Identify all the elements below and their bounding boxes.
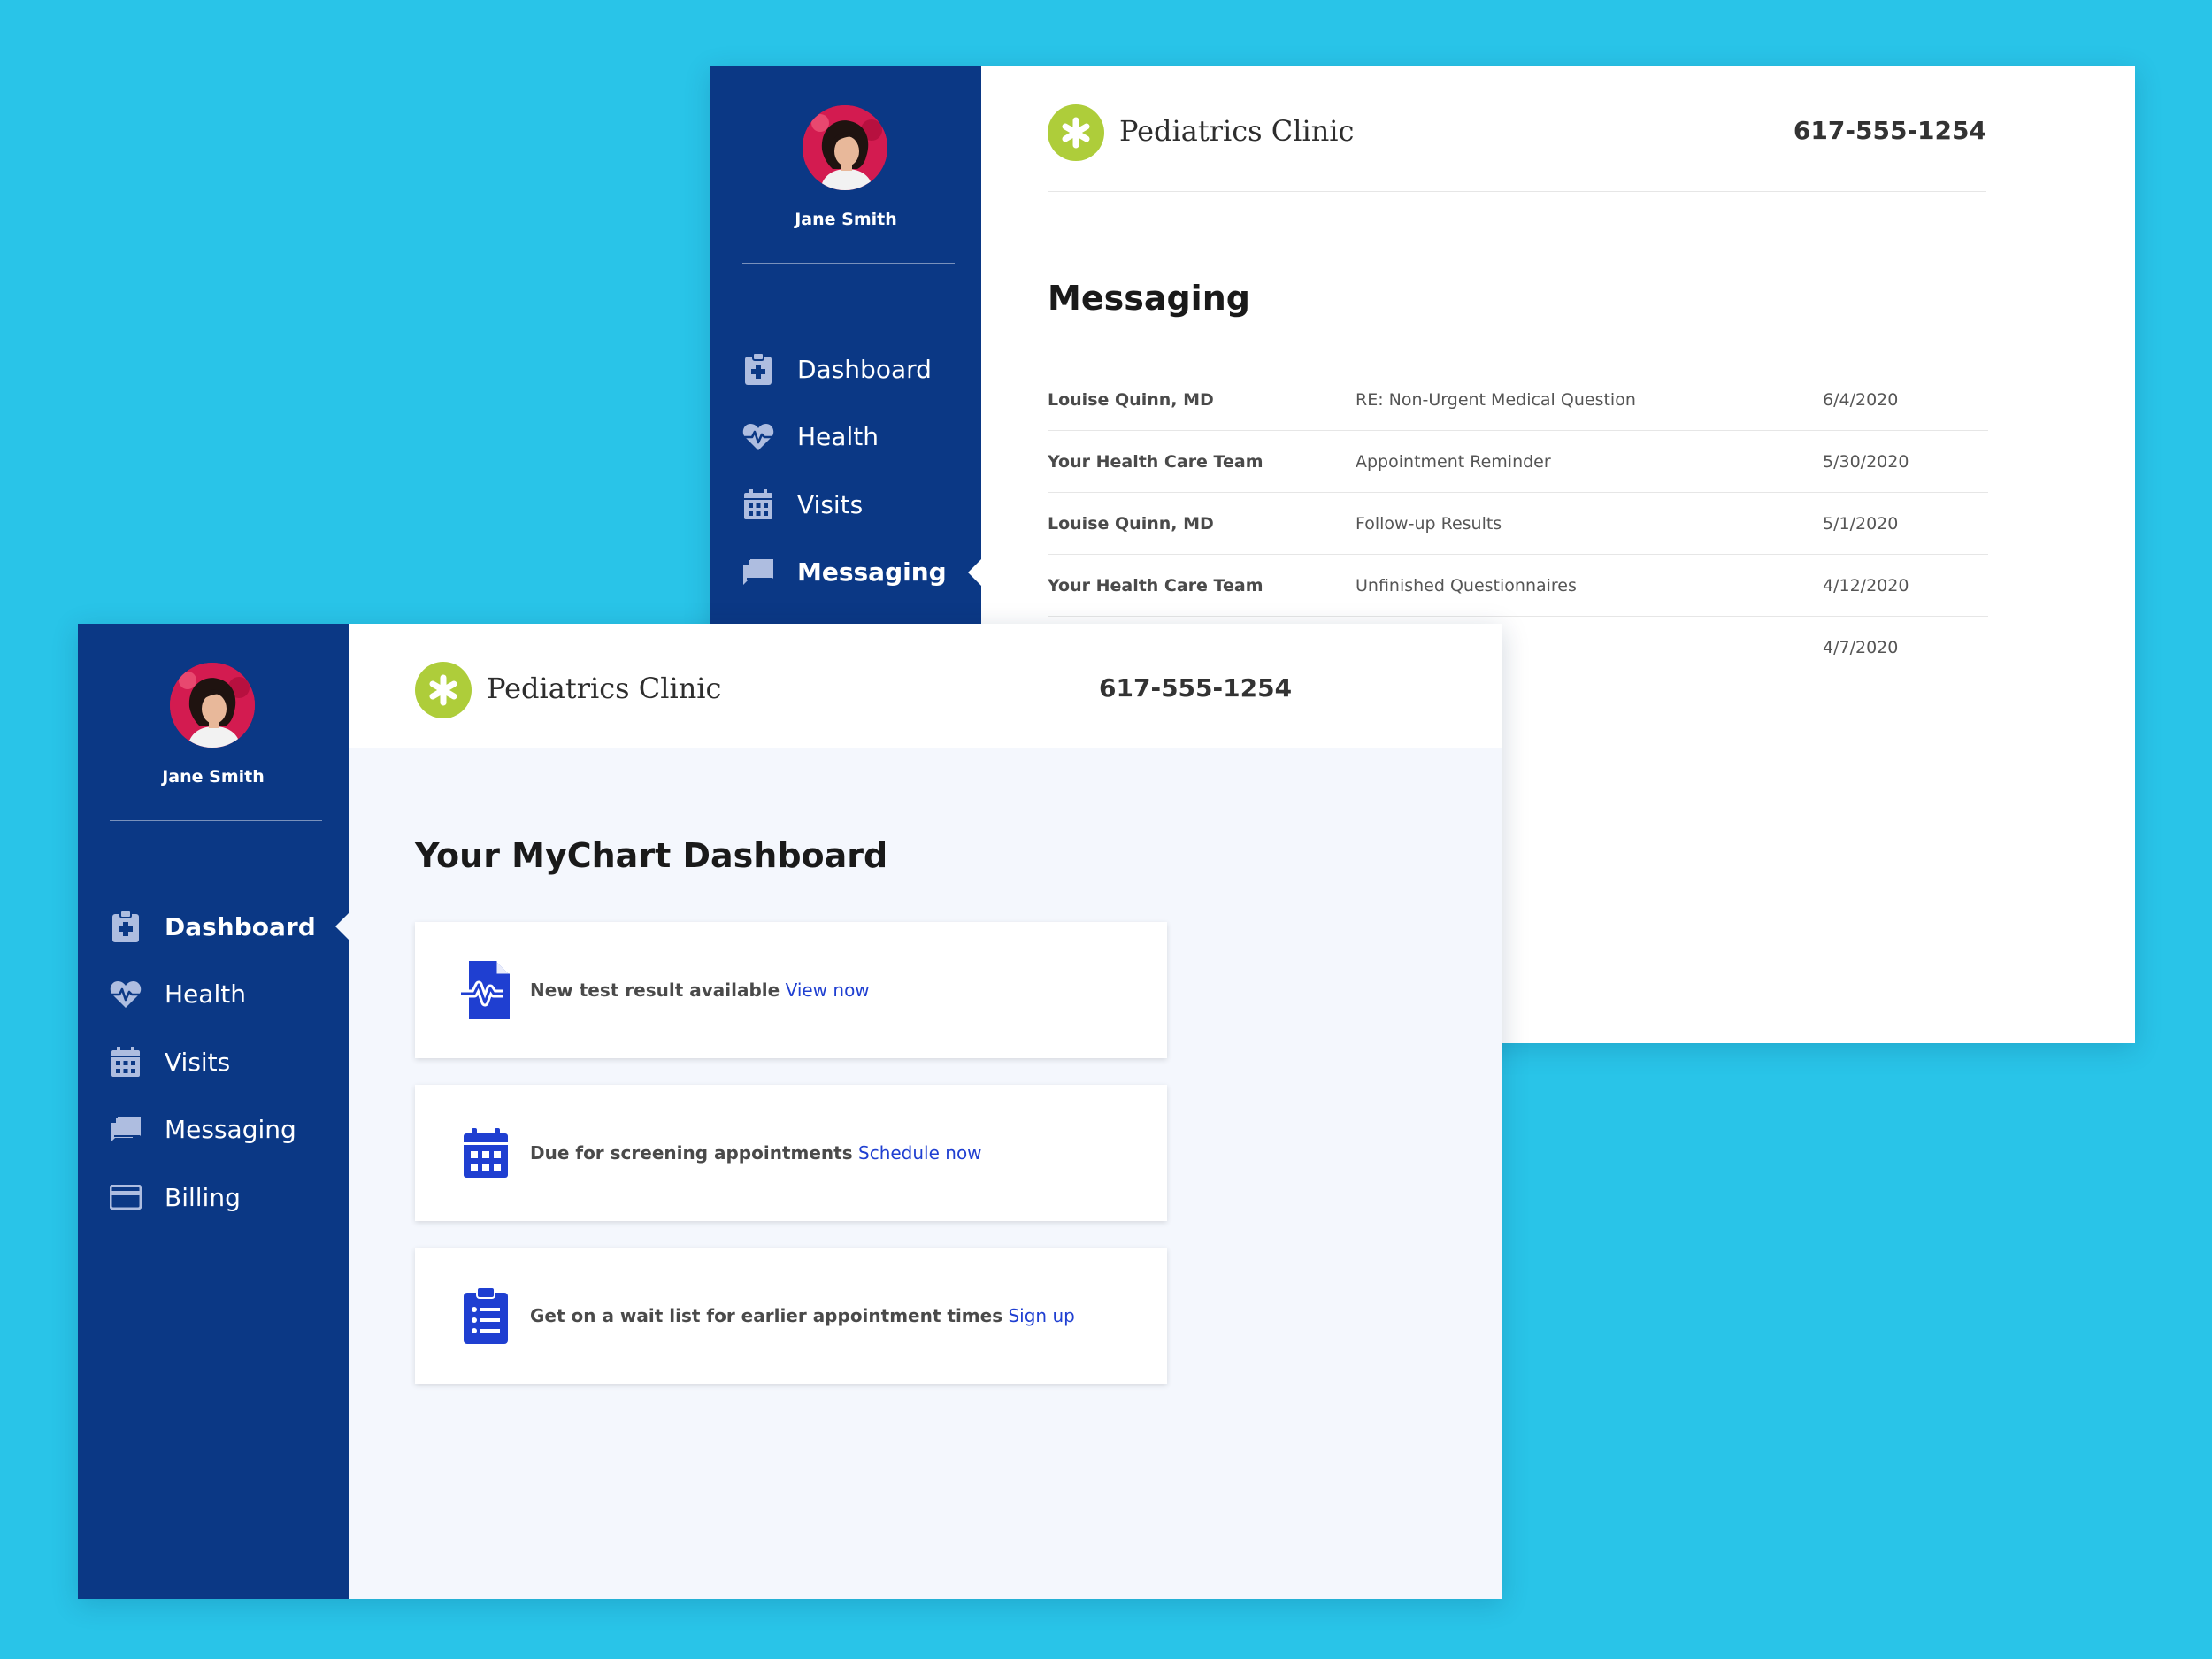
message-date: 4/12/2020 [1823, 576, 1909, 595]
message-sender: Your Health Care Team [1048, 576, 1263, 595]
card-message: New test result available [530, 979, 780, 1001]
clipboard-medical-icon [742, 352, 774, 386]
sidebar-item-messaging[interactable]: Messaging [78, 1096, 349, 1164]
message-sender: Louise Quinn, MD [1048, 514, 1214, 534]
calendar-icon [742, 488, 774, 520]
page-title: Messaging [1048, 279, 1250, 318]
sidebar-item-health[interactable]: Health [710, 403, 981, 472]
calendar-icon [459, 1123, 512, 1183]
sidebar-item-billing[interactable]: Billing [78, 1164, 349, 1232]
message-date: 5/30/2020 [1823, 452, 1909, 472]
message-subject: Follow-up Results [1356, 514, 1502, 534]
heart-pulse-icon [742, 421, 774, 453]
calendar-icon [110, 1046, 142, 1078]
sign-up-link[interactable]: Sign up [1008, 1305, 1074, 1326]
header: Pediatrics Clinic 617-555-1254 [981, 66, 2135, 192]
sidebar: Jane Smith Dashboard Health Visits Messa… [78, 624, 349, 1599]
sidebar-item-label: Health [165, 979, 246, 1010]
test-result-card: New test result available View now [415, 922, 1167, 1058]
message-date: 5/1/2020 [1823, 514, 1899, 534]
sidebar-item-label: Visits [165, 1047, 231, 1077]
test-result-icon [459, 960, 512, 1020]
message-row[interactable]: Your Health Care Team Unfinished Questio… [1048, 555, 1988, 617]
clipboard-medical-icon [110, 910, 142, 943]
sidebar-divider [110, 820, 322, 821]
clinic-name: Pediatrics Clinic [1119, 114, 1355, 148]
sidebar-item-messaging[interactable]: Messaging [710, 539, 982, 607]
dashboard-window: Jane Smith Dashboard Health Visits Messa… [78, 624, 1502, 1599]
sidebar-item-label: Billing [165, 1182, 241, 1212]
wait-list-card: Get on a wait list for earlier appointme… [415, 1248, 1167, 1384]
schedule-now-link[interactable]: Schedule now [858, 1142, 982, 1164]
sidebar-item-label: Dashboard [797, 354, 932, 384]
sidebar-item-visits[interactable]: Visits [78, 1028, 349, 1096]
card-text: New test result available View now [530, 922, 870, 1058]
message-subject: Unfinished Questionnaires [1356, 576, 1577, 595]
message-row[interactable]: Your Health Care Team Appointment Remind… [1048, 431, 1988, 493]
sidebar-divider [742, 263, 955, 264]
header: Pediatrics Clinic 617-555-1254 [349, 624, 1502, 748]
sidebar-item-label: Health [797, 422, 879, 452]
dashboard-cards: New test result available View now Due f… [415, 922, 1167, 1410]
avatar[interactable] [170, 663, 255, 748]
sidebar-item-label: Messaging [797, 557, 947, 588]
chat-bubbles-icon [742, 557, 774, 588]
heart-pulse-icon [110, 979, 142, 1010]
message-date: 4/7/2020 [1823, 638, 1899, 657]
page-title: Your MyChart Dashboard [415, 836, 888, 875]
clinic-logo-icon [1048, 104, 1104, 161]
message-row[interactable]: Louise Quinn, MD Follow-up Results 5/1/2… [1048, 493, 1988, 555]
message-row[interactable]: Louise Quinn, MD RE: Non-Urgent Medical … [1048, 369, 1988, 431]
sidebar-item-label: Dashboard [165, 911, 316, 941]
message-sender: Your Health Care Team [1048, 452, 1263, 472]
message-subject: RE: Non-Urgent Medical Question [1356, 390, 1636, 410]
view-now-link[interactable]: View now [786, 979, 870, 1001]
card-message: Due for screening appointments [530, 1142, 853, 1164]
screening-card: Due for screening appointments Schedule … [415, 1085, 1167, 1221]
sidebar-item-dashboard[interactable]: Dashboard [78, 893, 349, 961]
sidebar-item-visits[interactable]: Visits [710, 471, 981, 539]
chat-bubbles-icon [110, 1114, 142, 1146]
message-sender: Louise Quinn, MD [1048, 390, 1214, 410]
card-text: Get on a wait list for earlier appointme… [530, 1248, 1075, 1384]
sidebar-nav: Dashboard Health Visits Messaging [710, 335, 982, 607]
message-subject: Appointment Reminder [1356, 452, 1551, 472]
clinic-phone[interactable]: 617-555-1254 [1793, 116, 1986, 145]
sidebar-item-dashboard[interactable]: Dashboard [710, 335, 981, 403]
user-name: Jane Smith [162, 767, 265, 787]
clinic-name: Pediatrics Clinic [487, 672, 722, 705]
clipboard-list-icon [459, 1286, 512, 1346]
clinic-logo-icon [415, 662, 472, 718]
dashboard-main: Pediatrics Clinic 617-555-1254 Your MyCh… [349, 624, 1502, 1599]
avatar[interactable] [803, 105, 887, 190]
sidebar-nav: Dashboard Health Visits Messaging [78, 893, 349, 1232]
sidebar-item-label: Visits [797, 489, 864, 519]
card-text: Due for screening appointments Schedule … [530, 1085, 982, 1221]
sidebar-item-label: Messaging [165, 1115, 296, 1145]
card-message: Get on a wait list for earlier appointme… [530, 1305, 1003, 1326]
credit-card-icon [110, 1181, 142, 1213]
user-name: Jane Smith [795, 210, 897, 229]
sidebar-item-health[interactable]: Health [78, 961, 349, 1029]
header-divider [1048, 191, 1986, 192]
clinic-phone[interactable]: 617-555-1254 [1099, 673, 1292, 703]
message-date: 6/4/2020 [1823, 390, 1899, 410]
